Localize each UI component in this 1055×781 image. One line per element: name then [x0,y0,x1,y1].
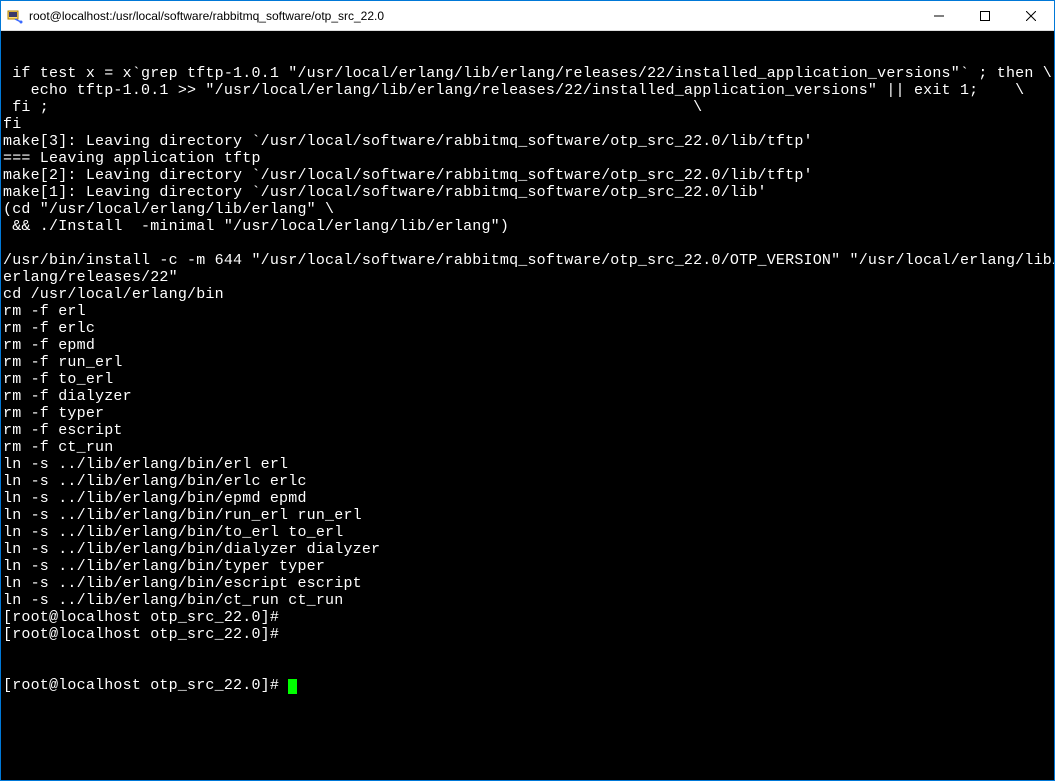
terminal-line: ln -s ../lib/erlang/bin/ct_run ct_run [3,592,1052,609]
terminal-line: rm -f dialyzer [3,388,1052,405]
prompt-text: [root@localhost otp_src_22.0]# [3,677,288,694]
terminal-line: fi ; \ [3,99,1052,116]
terminal-line: ln -s ../lib/erlang/bin/escript escript [3,575,1052,592]
terminal-line: ln -s ../lib/erlang/bin/erlc erlc [3,473,1052,490]
terminal-line: ln -s ../lib/erlang/bin/to_erl to_erl [3,524,1052,541]
terminal-line: rm -f to_erl [3,371,1052,388]
terminal-line: rm -f epmd [3,337,1052,354]
terminal-line: ln -s ../lib/erlang/bin/erl erl [3,456,1052,473]
minimize-button[interactable] [916,1,962,30]
titlebar: root@localhost:/usr/local/software/rabbi… [1,1,1054,31]
terminal-line: rm -f erlc [3,320,1052,337]
terminal-line: ln -s ../lib/erlang/bin/dialyzer dialyze… [3,541,1052,558]
cursor [288,679,297,694]
window-title: root@localhost:/usr/local/software/rabbi… [29,9,916,23]
prompt-line: [root@localhost otp_src_22.0]# [3,677,1052,694]
terminal-line: ln -s ../lib/erlang/bin/typer typer [3,558,1052,575]
terminal-line: [root@localhost otp_src_22.0]# [3,609,1052,626]
terminal-line: (cd "/usr/local/erlang/lib/erlang" \ [3,201,1052,218]
window-controls [916,1,1054,30]
terminal-line: make[2]: Leaving directory `/usr/local/s… [3,167,1052,184]
terminal-line: === Leaving application tftp [3,150,1052,167]
terminal-line: /usr/bin/install -c -m 644 "/usr/local/s… [3,252,1052,269]
terminal-line: rm -f escript [3,422,1052,439]
terminal-line: rm -f erl [3,303,1052,320]
terminal-line: && ./Install -minimal "/usr/local/erlang… [3,218,1052,235]
putty-icon [7,8,23,24]
terminal-line: rm -f run_erl [3,354,1052,371]
terminal-line: fi [3,116,1052,133]
terminal-line: ln -s ../lib/erlang/bin/run_erl run_erl [3,507,1052,524]
maximize-button[interactable] [962,1,1008,30]
terminal-line: [root@localhost otp_src_22.0]# [3,626,1052,643]
terminal-line: rm -f ct_run [3,439,1052,456]
terminal-line: cd /usr/local/erlang/bin [3,286,1052,303]
terminal-line: ln -s ../lib/erlang/bin/epmd epmd [3,490,1052,507]
close-button[interactable] [1008,1,1054,30]
terminal-line: if test x = x`grep tftp-1.0.1 "/usr/loca… [3,65,1052,82]
terminal-output: if test x = x`grep tftp-1.0.1 "/usr/loca… [3,65,1052,643]
terminal-line: make[1]: Leaving directory `/usr/local/s… [3,184,1052,201]
terminal[interactable]: if test x = x`grep tftp-1.0.1 "/usr/loca… [1,31,1054,780]
terminal-line: rm -f typer [3,405,1052,422]
terminal-line: make[3]: Leaving directory `/usr/local/s… [3,133,1052,150]
terminal-line: echo tftp-1.0.1 >> "/usr/local/erlang/li… [3,82,1052,99]
terminal-line [3,235,1052,252]
terminal-line: erlang/releases/22" [3,269,1052,286]
